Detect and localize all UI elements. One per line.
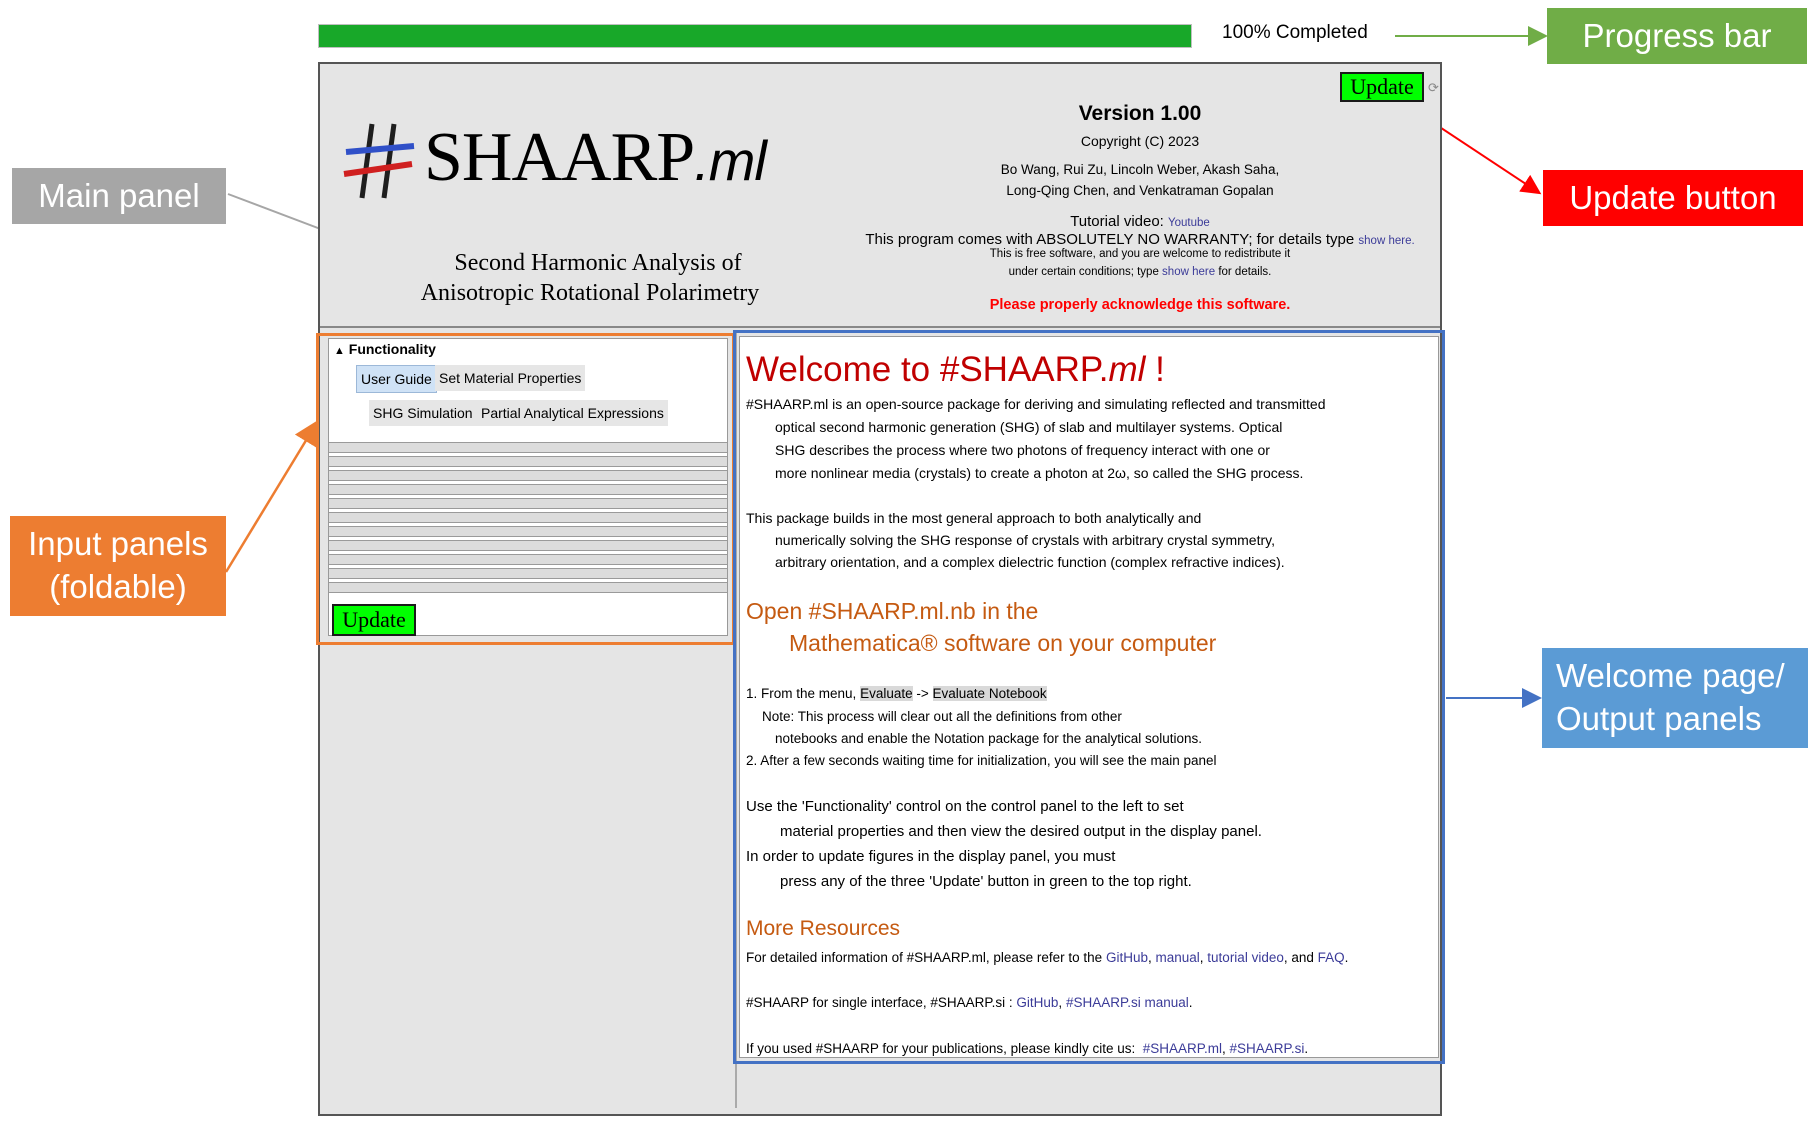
- approach-line: numerically solving the SHG response of …: [775, 532, 1275, 548]
- free-software-line1: This is free software, and you are welco…: [989, 248, 1291, 260]
- authors-line2: Long-Qing Chen, and Venkatraman Gopalan: [1006, 183, 1274, 198]
- show-here-link-2[interactable]: show here: [1162, 266, 1215, 278]
- intro-line: SHG describes the process where two phot…: [775, 442, 1270, 458]
- usage-line: In order to update figures in the displa…: [746, 848, 1116, 865]
- detailed-info-line: For detailed information of #SHAARP.ml, …: [746, 950, 1349, 965]
- header-divider: [320, 326, 1440, 328]
- input-panel-arrow: [224, 419, 319, 573]
- warranty-row: This program comes with ABSOLUTELY NO WA…: [865, 231, 1415, 248]
- tab-partial-analytical-expressions[interactable]: Partial Analytical Expressions: [477, 400, 668, 426]
- folded-section[interactable]: [329, 582, 727, 593]
- folded-section[interactable]: [329, 554, 727, 565]
- tab-shg-simulation[interactable]: SHG Simulation: [369, 400, 477, 426]
- usage-line: Use the 'Functionality' control on the c…: [746, 798, 1184, 815]
- welcome-title: Welcome to #SHAARP.ml !: [746, 350, 1165, 389]
- tutorial-row: Tutorial video: Youtube: [1070, 213, 1210, 230]
- folded-section[interactable]: [329, 526, 727, 537]
- open-notebook-heading-2: Mathematica® software on your computer: [789, 630, 1217, 656]
- folded-section[interactable]: [329, 540, 727, 551]
- authors-line1: Bo Wang, Rui Zu, Lincoln Weber, Akash Sa…: [1000, 162, 1280, 177]
- show-here-link[interactable]: show here.: [1358, 235, 1414, 247]
- free-software-line2: under certain conditions; type show here…: [1008, 266, 1272, 278]
- callout-main-panel: Main panel: [12, 168, 226, 224]
- intro-line: more nonlinear media (crystals) to creat…: [775, 465, 1304, 481]
- folded-section[interactable]: [329, 456, 727, 467]
- callout-input-panels: Input panels (foldable): [10, 516, 226, 616]
- note-line: Note: This process will clear out all th…: [762, 709, 1122, 724]
- approach-line: arbitrary orientation, and a complex die…: [775, 554, 1285, 570]
- tab-user-guide[interactable]: User Guide: [356, 365, 437, 393]
- update-button-top[interactable]: Update: [1340, 72, 1424, 102]
- progress-text: 100% Completed: [1222, 22, 1368, 43]
- si-github-link[interactable]: GitHub: [1016, 995, 1058, 1010]
- more-resources-heading: More Resources: [746, 917, 901, 940]
- logo-text: SHAARP.ml: [424, 119, 767, 196]
- cite-line: If you used #SHAARP for your publication…: [746, 1041, 1309, 1056]
- step-2: 2. After a few seconds waiting time for …: [746, 753, 1217, 768]
- folded-sections: [329, 442, 727, 600]
- manual-link[interactable]: manual: [1156, 950, 1200, 965]
- approach-line: This package builds in the most general …: [746, 510, 1202, 526]
- evaluate-notebook-menu: Evaluate Notebook: [932, 686, 1047, 701]
- chevron-up-icon: ▲: [334, 345, 345, 357]
- github-link[interactable]: GitHub: [1106, 950, 1148, 965]
- folded-section[interactable]: [329, 484, 727, 495]
- evaluate-menu: Evaluate: [860, 686, 913, 701]
- tab-set-material-properties[interactable]: Set Material Properties: [435, 365, 586, 391]
- functionality-header[interactable]: ▲ Functionality: [334, 341, 436, 357]
- intro-line: #SHAARP.ml is an open-source package for…: [746, 396, 1326, 412]
- callout-welcome-output: Welcome page/ Output panels: [1542, 648, 1808, 748]
- faq-link[interactable]: FAQ: [1318, 950, 1345, 965]
- cite-si-link[interactable]: #SHAARP.si: [1230, 1041, 1305, 1056]
- callout-progress-bar: Progress bar: [1547, 8, 1807, 64]
- progress-bar: [318, 24, 1192, 48]
- subtitle-line2: Anisotropic Rotational Polarimetry: [420, 280, 760, 306]
- step-1: 1. From the menu, Evaluate -> Evaluate N…: [746, 686, 1047, 701]
- open-notebook-heading: Open #SHAARP.ml.nb in the: [746, 598, 1039, 624]
- folded-section[interactable]: [329, 512, 727, 523]
- subtitle-line1: Second Harmonic Analysis of: [454, 250, 742, 276]
- usage-line: material properties and then view the de…: [780, 823, 1262, 840]
- intro-line: optical second harmonic generation (SHG)…: [775, 419, 1283, 435]
- version-label: Version 1.00: [1078, 102, 1202, 125]
- usage-line: press any of the three 'Update' button i…: [780, 873, 1192, 890]
- note-line: notebooks and enable the Notation packag…: [775, 731, 1203, 746]
- folded-section[interactable]: [329, 470, 727, 481]
- folded-section[interactable]: [329, 568, 727, 579]
- acknowledge-text: Please properly acknowledge this softwar…: [989, 297, 1291, 313]
- youtube-link[interactable]: Youtube: [1168, 217, 1210, 229]
- single-interface-line: #SHAARP for single interface, #SHAARP.si…: [746, 995, 1193, 1010]
- tutorial-video-link[interactable]: tutorial video: [1207, 950, 1284, 965]
- progress-bar-fill: [319, 25, 1191, 47]
- copyright: Copyright (C) 2023: [1080, 133, 1200, 149]
- shaarp-logo-hash-icon: [343, 123, 415, 199]
- si-manual-link[interactable]: #SHAARP.si manual: [1066, 995, 1189, 1010]
- cite-ml-link[interactable]: #SHAARP.ml: [1143, 1041, 1222, 1056]
- refresh-icon[interactable]: ⟳: [1428, 80, 1439, 96]
- folded-section[interactable]: [329, 442, 727, 453]
- update-button-left[interactable]: Update: [332, 604, 416, 636]
- callout-update-button: Update button: [1543, 170, 1803, 226]
- folded-section[interactable]: [329, 498, 727, 509]
